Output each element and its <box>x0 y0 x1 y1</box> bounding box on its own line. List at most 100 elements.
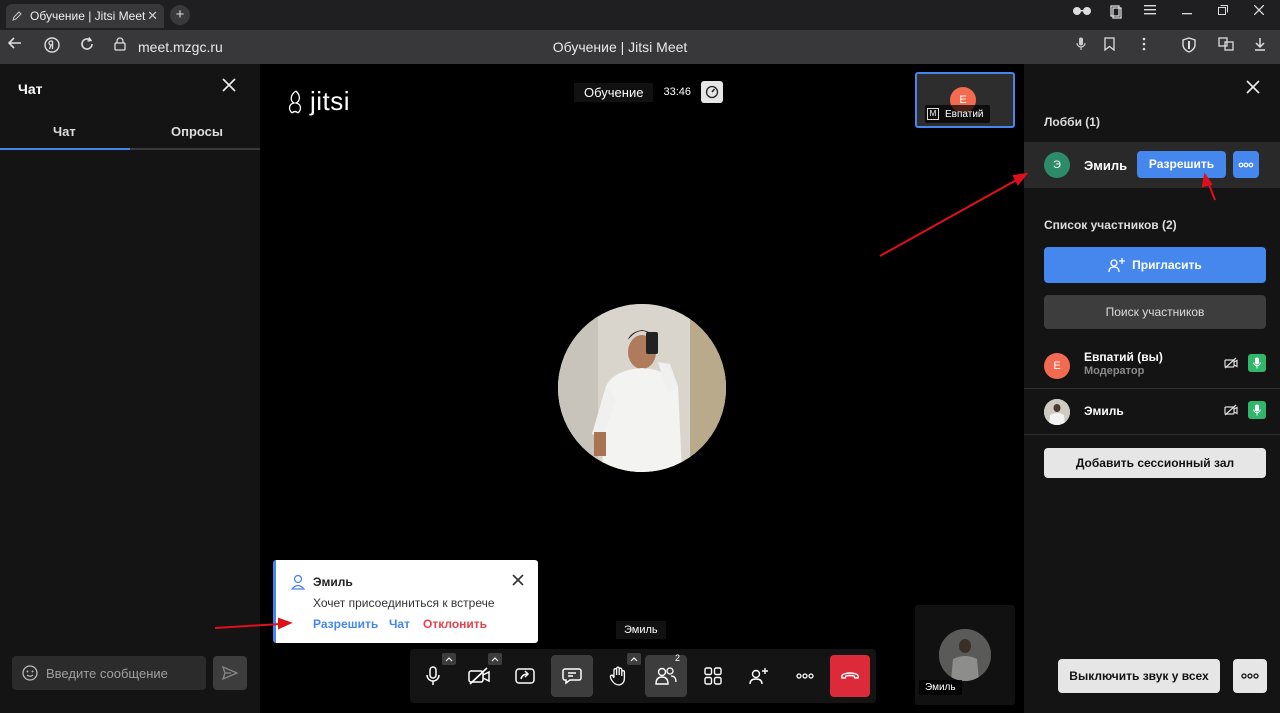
notification-title: Эмиль <box>313 575 353 589</box>
more-actions-button[interactable] <box>784 655 826 697</box>
connection-gauge-icon[interactable] <box>700 81 723 103</box>
more-icon <box>796 673 814 679</box>
search-participants-input[interactable]: Поиск участников <box>1044 295 1266 329</box>
participant-row[interactable]: Эмиль <box>1024 389 1280 435</box>
close-participants-icon[interactable] <box>1246 80 1262 96</box>
screen-share-button[interactable] <box>504 655 546 697</box>
lobby-participant-avatar: Э <box>1044 152 1070 178</box>
tab-close-icon[interactable]: ✕ <box>147 8 158 24</box>
browser-tab-title: Обучение | Jitsi Meet <box>30 9 146 23</box>
active-tab-indicator <box>0 148 130 150</box>
close-chat-icon[interactable] <box>222 78 240 96</box>
participants-count-badge: 2 <box>675 653 681 663</box>
participant-name: Евпатий (вы) <box>1084 350 1163 364</box>
shield-icon[interactable] <box>1182 37 1204 57</box>
participant-divider <box>1024 434 1280 435</box>
invite-button[interactable] <box>738 655 780 697</box>
speaker-avatar <box>558 304 726 472</box>
tile-view-button[interactable] <box>692 655 734 697</box>
camera-options-chevron-icon[interactable] <box>488 653 502 665</box>
tile-view-icon <box>704 667 722 685</box>
participant-thumbnail-avatar <box>939 629 991 681</box>
thumbnail-label: M Евпатий <box>925 105 990 123</box>
participant-tooltip: Эмиль <box>616 621 666 639</box>
notification-allow-link[interactable]: Разрешить <box>313 617 378 631</box>
more-vertical-icon[interactable] <box>1142 37 1164 57</box>
notification-message: Хочет присоединиться к встрече <box>313 596 495 610</box>
lobby-title: Лобби (1) <box>1044 115 1100 129</box>
chat-title: Чат <box>18 81 43 97</box>
close-notification-icon[interactable] <box>512 574 526 588</box>
reactions-chevron-icon[interactable] <box>627 653 641 665</box>
screen-share-icon <box>515 668 535 684</box>
restore-icon[interactable] <box>1218 5 1240 25</box>
chat-icon <box>562 668 582 685</box>
lobby-more-button[interactable] <box>1233 151 1259 178</box>
mic-on-icon <box>1248 354 1266 372</box>
minimize-icon[interactable] <box>1182 5 1204 25</box>
participants-button[interactable] <box>645 655 687 697</box>
download-icon[interactable] <box>1254 37 1276 57</box>
invite-participants-button[interactable]: Пригласить <box>1044 247 1266 283</box>
chat-input-placeholder: Введите сообщение <box>46 665 168 681</box>
participant-thumbnail[interactable]: Эмиль <box>915 605 1015 705</box>
conference-info: Обучение 33:46 <box>574 80 723 104</box>
jitsi-logo-text: jitsi <box>310 86 351 116</box>
participant-name: Эмиль <box>1084 404 1124 418</box>
menu-icon[interactable] <box>1144 5 1166 25</box>
moderator-badge: M <box>927 108 939 120</box>
add-breakout-room-button[interactable]: Добавить сессионный зал <box>1044 448 1266 478</box>
camera-off-icon <box>468 667 490 685</box>
participant-row[interactable]: Е Евпатий (вы) Модератор <box>1024 342 1280 388</box>
invite-label: Пригласить <box>1132 258 1202 272</box>
browser-tab-bar: Обучение | Jitsi Meet ✕ + <box>0 0 1280 30</box>
page-title: Обучение | Jitsi Meet <box>552 39 688 55</box>
lobby-participant-name: Эмиль <box>1084 158 1128 173</box>
conference-name: Обучение <box>574 82 654 102</box>
jitsi-logo: jitsi <box>286 86 350 117</box>
video-stage: jitsi Обучение 33:46 Е M Евпатий Эмиль Э… <box>260 64 1024 713</box>
tab-chat[interactable]: Чат <box>53 124 76 139</box>
notification-reject-link[interactable]: Отклонить <box>423 617 487 631</box>
participant-role: Модератор <box>1084 365 1145 377</box>
hangup-button[interactable] <box>830 655 870 697</box>
translate-icon[interactable] <box>1218 37 1240 57</box>
emoji-icon[interactable] <box>22 665 38 681</box>
conference-toolbar: 2 <box>410 649 876 703</box>
tab-polls[interactable]: Опросы <box>171 124 223 139</box>
mute-all-button[interactable]: Выключить звук у всех <box>1058 659 1220 693</box>
glasses-icon[interactable] <box>1072 5 1094 25</box>
participants-panel: Лобби (1) Э Эмиль Разрешить Список участ… <box>1024 64 1280 713</box>
participant-avatar-photo <box>1044 399 1070 425</box>
raise-hand-icon <box>609 666 626 686</box>
camera-off-icon <box>1224 404 1238 416</box>
self-view-thumbnail[interactable]: Е M Евпатий <box>915 72 1015 128</box>
camera-off-icon <box>1224 357 1238 369</box>
chat-panel: Чат Чат Опросы Введите сообщение <box>0 64 260 713</box>
participant-avatar: Е <box>1044 353 1070 379</box>
microphone-icon <box>426 666 440 685</box>
more-icon <box>1238 162 1254 167</box>
bookmarks-icon[interactable] <box>1110 5 1132 25</box>
mic-options-chevron-icon[interactable] <box>442 653 456 665</box>
hangup-icon <box>841 672 859 679</box>
admit-button[interactable]: Разрешить <box>1137 151 1226 178</box>
close-window-icon[interactable] <box>1254 5 1276 25</box>
send-message-button[interactable] <box>213 656 247 690</box>
conference-timer: 33:46 <box>663 86 691 98</box>
browser-tab[interactable]: Обучение | Jitsi Meet ✕ <box>6 4 164 28</box>
jitsi-logo-icon <box>288 89 302 113</box>
send-icon <box>222 666 238 680</box>
voice-search-icon[interactable] <box>1076 37 1098 57</box>
chat-button[interactable] <box>551 655 593 697</box>
chat-message-input[interactable]: Введите сообщение <box>12 656 206 690</box>
pen-icon <box>12 11 22 21</box>
notification-chat-link[interactable]: Чат <box>389 617 410 631</box>
participants-more-button[interactable] <box>1233 659 1267 693</box>
thumbnail-name: Евпатий <box>945 108 984 120</box>
bookmark-icon[interactable] <box>1104 37 1126 57</box>
new-tab-button[interactable]: + <box>170 5 190 25</box>
address-bar: meet.mzgc.ru Обучение | Jitsi Meet <box>0 30 1280 64</box>
mic-on-icon <box>1248 401 1266 419</box>
more-icon <box>1241 673 1259 679</box>
